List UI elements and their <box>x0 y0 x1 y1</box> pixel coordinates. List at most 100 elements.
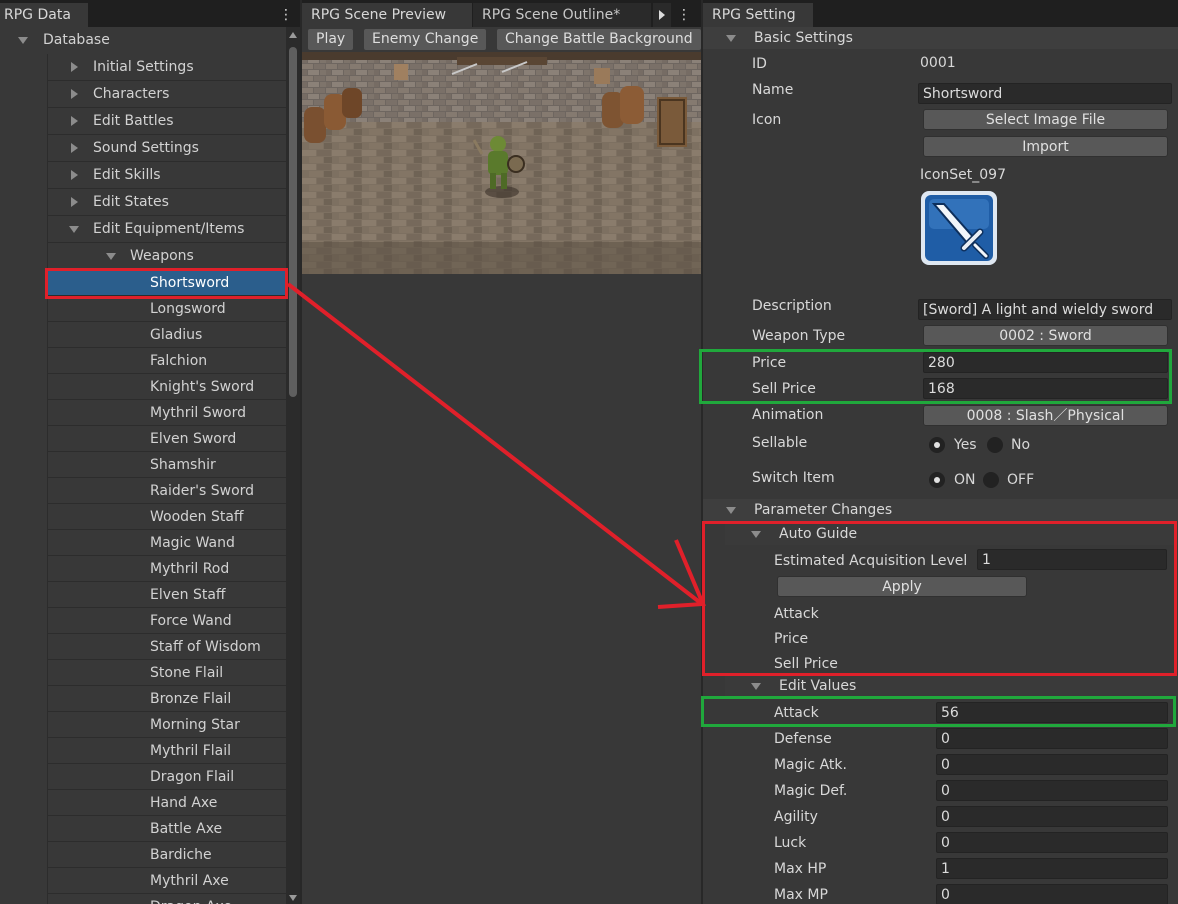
price-field[interactable]: 280 <box>923 352 1168 373</box>
icon-file-name: IconSet_097 <box>920 167 1006 183</box>
collapsed-arrow-icon[interactable] <box>71 197 78 207</box>
weapon-name: Mythril Sword <box>150 405 247 421</box>
more-options-icon[interactable]: ⋮ <box>677 4 691 26</box>
weapon-type-dropdown[interactable]: 0002 : Sword <box>923 325 1168 346</box>
weapon-list-item[interactable]: Morning Star <box>47 712 286 738</box>
magic-def-field[interactable]: 0 <box>936 780 1168 801</box>
defense-field[interactable]: 0 <box>936 728 1168 749</box>
description-field[interactable]: [Sword] A light and wieldy sword <box>918 299 1172 320</box>
weapon-list-item[interactable]: Dragon Flail <box>47 764 286 790</box>
weapon-name: Mythril Flail <box>150 743 232 759</box>
price-label: Price <box>752 355 787 371</box>
tree-item-label: Edit Equipment/Items <box>93 221 245 237</box>
animation-dropdown[interactable]: 0008 : Slash／Physical <box>923 405 1168 426</box>
weapon-list-item[interactable]: Shamshir <box>47 452 286 478</box>
middle-tab-bar: RPG Scene Preview RPG Scene Outline* ⋮ <box>302 0 701 27</box>
max-mp-field[interactable]: 0 <box>936 884 1168 904</box>
weapon-list-item[interactable]: Stone Flail <box>47 660 286 686</box>
weapon-list-item[interactable]: Mythril Axe <box>47 868 286 894</box>
switch-off-radio[interactable] <box>983 472 999 488</box>
collapsed-arrow-icon[interactable] <box>71 170 78 180</box>
collapsed-arrow-icon[interactable] <box>71 89 78 99</box>
select-image-file-button[interactable]: Select Image File <box>923 109 1168 130</box>
agility-field[interactable]: 0 <box>936 806 1168 827</box>
tab-scene-preview[interactable]: RPG Scene Preview <box>302 3 472 27</box>
collapse-arrow-icon[interactable] <box>726 35 736 42</box>
sell-price-field[interactable]: 168 <box>923 378 1168 399</box>
weapon-list-item[interactable]: Shortsword <box>47 270 286 296</box>
tab-rpg-data[interactable]: RPG Data <box>0 3 88 27</box>
scroll-down-arrow-icon[interactable] <box>289 895 297 901</box>
tree-item-category[interactable]: Initial Settings <box>0 54 286 80</box>
collapse-arrow-icon[interactable] <box>751 531 761 538</box>
expand-arrow-icon[interactable] <box>69 226 79 233</box>
max-hp-field[interactable]: 1 <box>936 858 1168 879</box>
tab-scene-outline[interactable]: RPG Scene Outline* <box>473 3 651 27</box>
weapon-name: Longsword <box>150 301 226 317</box>
weapon-list-item[interactable]: Battle Axe <box>47 816 286 842</box>
play-button[interactable]: Play <box>308 29 354 50</box>
acquisition-level-field[interactable]: 1 <box>977 549 1167 570</box>
weapon-list-item[interactable]: Force Wand <box>47 608 286 634</box>
weapon-list-item[interactable]: Staff of Wisdom <box>47 634 286 660</box>
weapon-list-item[interactable]: Hand Axe <box>47 790 286 816</box>
weapon-list-item[interactable]: Mythril Rod <box>47 556 286 582</box>
weapon-list-item[interactable]: Falchion <box>47 348 286 374</box>
tree-item-category[interactable]: Edit Battles <box>0 108 286 134</box>
collapsed-arrow-icon[interactable] <box>71 143 78 153</box>
magic-atk-field[interactable]: 0 <box>936 754 1168 775</box>
attack-field[interactable]: 56 <box>936 702 1168 723</box>
collapsed-arrow-icon[interactable] <box>71 62 78 72</box>
luck-field[interactable]: 0 <box>936 832 1168 853</box>
tree-item-category[interactable]: Edit States <box>0 189 286 215</box>
scrollbar-thumb[interactable] <box>289 47 297 397</box>
tree-item-category[interactable]: Characters <box>0 81 286 107</box>
basic-settings-header[interactable]: Basic Settings <box>703 27 1178 49</box>
weapon-list-item[interactable]: Wooden Staff <box>47 504 286 530</box>
sellable-no-radio[interactable] <box>987 437 1003 453</box>
weapon-list-item[interactable]: Elven Staff <box>47 582 286 608</box>
switch-on-radio[interactable] <box>929 472 945 488</box>
edit-values-header[interactable]: Edit Values <box>725 675 1178 697</box>
tree-item-database[interactable]: Database <box>0 27 286 53</box>
auto-guide-header[interactable]: Auto Guide <box>725 523 1178 545</box>
tab-rpg-setting[interactable]: RPG Setting <box>703 3 813 27</box>
parameter-changes-header[interactable]: Parameter Changes <box>703 499 1178 521</box>
agility-label: Agility <box>774 809 818 825</box>
weapon-name: Elven Sword <box>150 431 237 447</box>
enemy-change-button[interactable]: Enemy Change <box>364 29 487 50</box>
weapon-list-item[interactable]: Dragon Axe <box>47 894 286 904</box>
collapsed-arrow-icon[interactable] <box>71 116 78 126</box>
expand-arrow-icon[interactable] <box>18 37 28 44</box>
collapse-arrow-icon[interactable] <box>751 683 761 690</box>
tree-item-category[interactable]: Sound Settings <box>0 135 286 161</box>
tree-item-label: Initial Settings <box>93 59 194 75</box>
tree-item-category[interactable]: Edit Skills <box>0 162 286 188</box>
weapon-list-item[interactable]: Raider's Sword <box>47 478 286 504</box>
weapon-name: Wooden Staff <box>150 509 244 525</box>
import-button[interactable]: Import <box>923 136 1168 157</box>
tab-scroll-button[interactable] <box>653 3 671 27</box>
apply-button[interactable]: Apply <box>777 576 1027 597</box>
more-options-icon[interactable]: ⋮ <box>279 4 293 26</box>
weapon-list-item[interactable]: Longsword <box>47 296 286 322</box>
weapon-name: Battle Axe <box>150 821 223 837</box>
weapon-list-item[interactable]: Knight's Sword <box>47 374 286 400</box>
weapon-list-item[interactable]: Elven Sword <box>47 426 286 452</box>
collapse-arrow-icon[interactable] <box>726 507 736 514</box>
tree-item-weapons[interactable]: Weapons <box>0 243 286 269</box>
weapon-list-item[interactable]: Magic Wand <box>47 530 286 556</box>
weapon-list-item[interactable]: Mythril Sword <box>47 400 286 426</box>
weapon-list-item[interactable]: Bardiche <box>47 842 286 868</box>
weapon-list-item[interactable]: Bronze Flail <box>47 686 286 712</box>
sellable-yes-radio[interactable] <box>929 437 945 453</box>
rpg-setting-panel: RPG Setting Basic Settings ID 0001 Name … <box>703 0 1178 904</box>
change-battle-background-button[interactable]: Change Battle Background <box>497 29 701 50</box>
weapon-list-item[interactable]: Gladius <box>47 322 286 348</box>
weapon-list-item[interactable]: Mythril Flail <box>47 738 286 764</box>
expand-arrow-icon[interactable] <box>106 253 116 260</box>
name-field[interactable]: Shortsword <box>918 83 1172 104</box>
scroll-up-arrow-icon[interactable] <box>289 32 297 38</box>
tree-item-category[interactable]: Edit Equipment/Items <box>0 216 286 242</box>
tree-scrollbar[interactable] <box>286 27 300 904</box>
